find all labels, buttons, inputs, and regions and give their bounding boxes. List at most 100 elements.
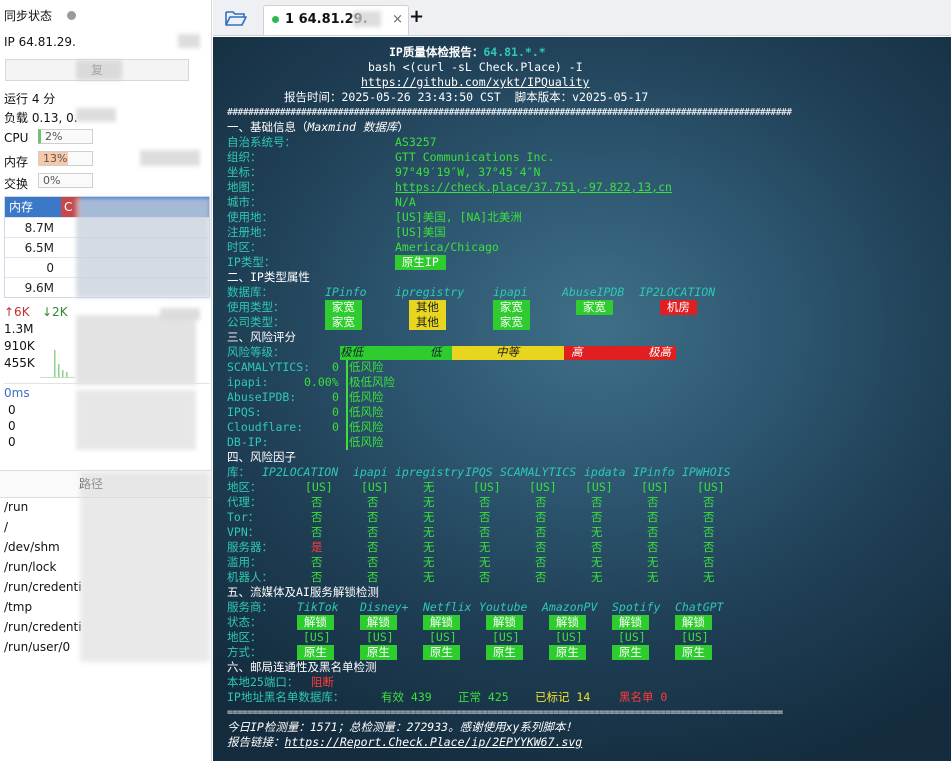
factor-value: 否	[535, 510, 547, 524]
ping-label: 0ms	[4, 386, 30, 400]
redacted-area	[140, 150, 200, 166]
risk-level: 低风险	[346, 405, 384, 420]
ping-val: 0	[8, 419, 16, 433]
factor-value: 否	[535, 525, 547, 539]
connected-dot-icon	[272, 16, 279, 23]
risk-level: 低风险	[346, 390, 384, 405]
redacted-area	[76, 60, 122, 80]
db-ipinfo: IPinfo	[325, 285, 367, 299]
ip-type-badge: 原生IP	[395, 255, 446, 270]
net-scale-2: 910K	[4, 339, 35, 353]
streaming-status: 解锁	[675, 615, 712, 630]
streaming-status: [US]	[555, 630, 583, 644]
factor-value: 无	[591, 555, 603, 569]
usage-type-badge: 家宽	[493, 300, 530, 315]
factor-value: 无	[591, 525, 603, 539]
streaming-status: [US]	[618, 630, 646, 644]
factor-value: 否	[367, 540, 379, 554]
factor-value: 否	[535, 540, 547, 554]
map-link[interactable]: https://check.place/37.751,-97.822,13,cn	[395, 180, 672, 195]
factor-value: 否	[311, 555, 323, 569]
factor-value: 否	[479, 570, 491, 584]
cpu-meter: 2%	[38, 129, 93, 144]
command-line: bash <(curl -sL Check.Place) -I	[368, 60, 583, 74]
factor-value: 否	[311, 495, 323, 509]
factor-value: [US]	[529, 480, 557, 494]
section-risk-factors: 四、风险因子	[227, 450, 296, 464]
net-scale-3: 455K	[4, 356, 35, 370]
tab-session-1[interactable]: 1 64.81.29. ×	[263, 5, 409, 35]
redacted-area	[178, 34, 200, 48]
report-time: 报告时间：2025-05-26 23:43:50 CST 脚本版本：v2025-…	[284, 90, 649, 104]
folder-open-icon[interactable]	[225, 9, 247, 27]
blacklist-normal: 正常 425	[458, 690, 509, 704]
ip-value: 64.81.29.	[18, 35, 76, 49]
streaming-status: 原生	[675, 645, 712, 660]
uptime-label: 运行 4 分	[4, 92, 56, 106]
close-tab-icon[interactable]: ×	[392, 6, 403, 34]
streaming-status: 原生	[297, 645, 334, 660]
timezone-value: America/Chicago	[395, 240, 499, 254]
factor-value: 无	[423, 510, 435, 524]
port25-status: 阻断	[311, 675, 334, 689]
company-type-badge: 家宽	[325, 315, 362, 330]
section-basic-info: 一、基础信息（Maxmind 数据库）	[227, 120, 409, 134]
net-scale-1: 1.3M	[4, 322, 34, 336]
coord-value: 97°49′19″W, 37°45′4″N	[395, 165, 541, 179]
usage-type-badge: 家宽	[325, 300, 362, 315]
factor-value: 否	[367, 495, 379, 509]
redacted-area	[353, 11, 381, 27]
factor-value: 否	[535, 555, 547, 569]
risk-level: 低风险	[346, 420, 384, 435]
streaming-status: 原生	[612, 645, 649, 660]
streaming-status: 解锁	[423, 615, 460, 630]
report-link[interactable]: https://Report.Check.Place/ip/2EPYYKW67.…	[285, 735, 583, 749]
section-streaming: 五、流媒体及AI服务解锁检测	[227, 585, 379, 599]
terminal-tab-bar: 1 64.81.29. × +	[213, 0, 951, 36]
github-link[interactable]: https://github.com/xykt/IPQuality	[361, 75, 589, 90]
factor-value: 无	[703, 570, 715, 584]
factor-value: 无	[591, 570, 603, 584]
section-mail: 六、邮局连通性及黑名单检测	[227, 660, 377, 674]
streaming-status: [US]	[429, 630, 457, 644]
factor-value: 否	[311, 510, 323, 524]
factor-value: 否	[367, 525, 379, 539]
ping-val: 0	[8, 403, 16, 417]
factor-value: 无	[423, 480, 435, 494]
streaming-status: 原生	[549, 645, 586, 660]
factor-label: 滥用：	[227, 555, 262, 569]
sync-status-dot-icon	[67, 11, 76, 20]
factor-value: 否	[703, 495, 715, 509]
streaming-status: [US]	[492, 630, 520, 644]
ip-row: IP 64.81.29.	[4, 35, 76, 49]
hash-separator: ########################################…	[227, 107, 792, 118]
factor-value: 无	[647, 555, 659, 569]
streaming-status: 解锁	[486, 615, 523, 630]
factor-value: [US]	[585, 480, 613, 494]
streaming-status: [US]	[366, 630, 394, 644]
section-risk-score: 三、风险评分	[227, 330, 296, 344]
factor-label: 机器人：	[227, 570, 273, 584]
factor-value: 否	[591, 495, 603, 509]
factor-value: [US]	[305, 480, 333, 494]
net-up-label: ↑6K	[4, 305, 30, 319]
asn-value: AS3257	[395, 135, 437, 149]
risk-level: 低风险	[346, 435, 384, 450]
factor-value: [US]	[641, 480, 669, 494]
streaming-status: 解锁	[297, 615, 334, 630]
terminal-output[interactable]: IP质量体检报告：64.81.*.* bash <(curl -sL Check…	[213, 37, 951, 761]
factor-value: 否	[591, 510, 603, 524]
redacted-area	[76, 108, 116, 122]
factor-value: 否	[479, 510, 491, 524]
new-tab-button[interactable]: +	[409, 6, 424, 27]
factor-value: 否	[367, 570, 379, 584]
factor-value: 否	[367, 555, 379, 569]
factor-value: 否	[535, 570, 547, 584]
cpu-label: CPU	[4, 131, 29, 145]
net-down-label: ↓2K	[42, 305, 68, 319]
factor-value: 否	[647, 525, 659, 539]
company-type-badge: 家宽	[493, 315, 530, 330]
factor-value: 无	[423, 495, 435, 509]
eq-separator: ========================================…	[227, 707, 783, 718]
factor-value: 否	[647, 510, 659, 524]
